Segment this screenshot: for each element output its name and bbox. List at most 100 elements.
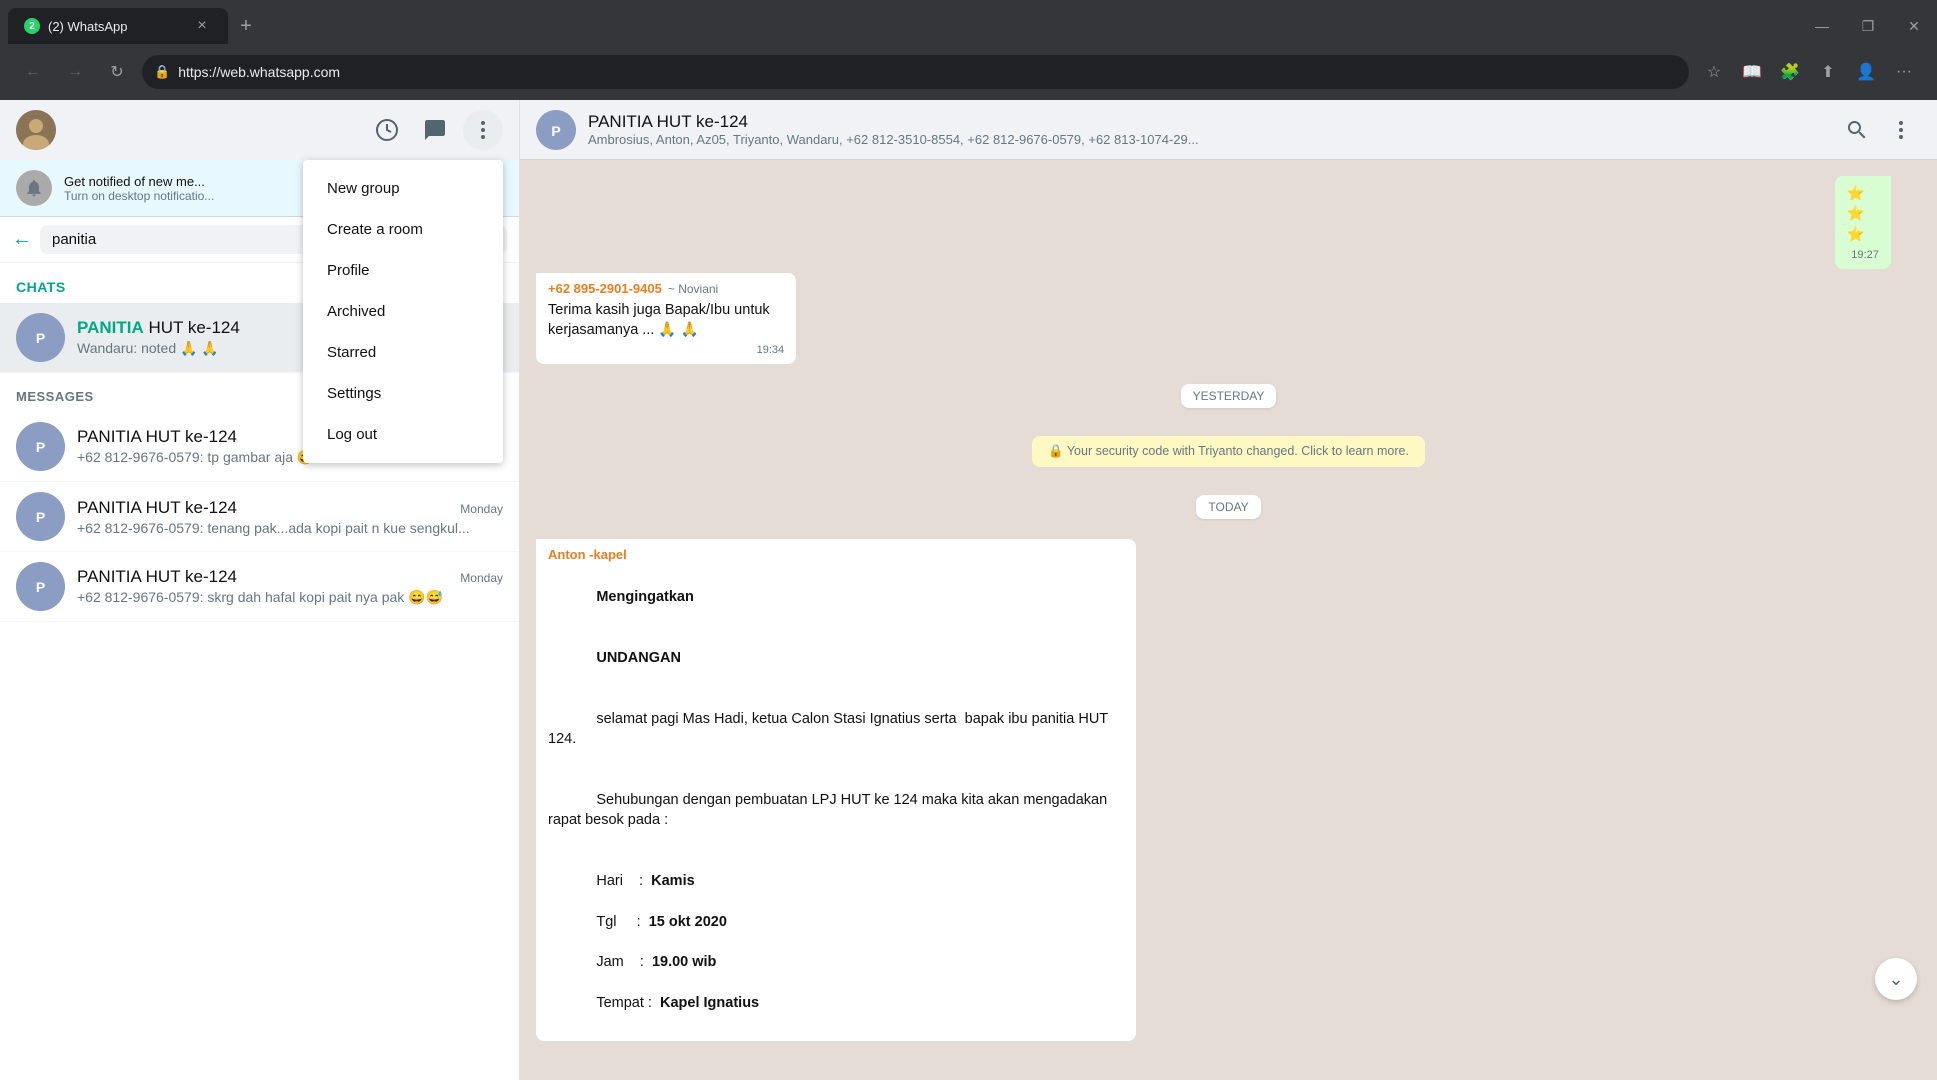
- message-search-item[interactable]: P PANITIA HUT ke-124 Monday +62 812-9676…: [0, 552, 519, 622]
- chat-name: PANITIA HUT ke-124: [77, 318, 240, 338]
- svg-text:P: P: [36, 330, 45, 346]
- incoming-message: +62 895-2901-9405 ~ Noviani Terima kasih…: [536, 273, 796, 365]
- tab-close-button[interactable]: ×: [192, 16, 212, 36]
- svg-text:P: P: [36, 439, 45, 455]
- more-options-icon[interactable]: ···: [1887, 55, 1921, 89]
- tab-favicon: 2: [24, 18, 40, 34]
- status-icon[interactable]: [367, 110, 407, 150]
- message-avatar: P: [16, 492, 65, 541]
- message-time: Monday: [460, 571, 503, 585]
- security-text: 🔒 Your security code with Triyanto chang…: [1048, 444, 1409, 459]
- forward-button[interactable]: →: [58, 55, 92, 89]
- today-divider: TODAY: [536, 495, 1921, 519]
- emoji-time: 19:27: [1847, 249, 1879, 261]
- tab-title: (2) WhatsApp: [48, 19, 184, 34]
- message-top: PANITIA HUT ke-124 Monday: [77, 567, 503, 587]
- share-icon[interactable]: ⬆: [1811, 55, 1845, 89]
- svg-text:P: P: [36, 579, 45, 595]
- message-name: PANITIA HUT ke-124: [77, 498, 237, 518]
- chat-more-options-icon[interactable]: [1881, 110, 1921, 150]
- emoji-message-wrap: ⭐ ⭐ ⭐ 19:27: [1835, 176, 1921, 269]
- today-message: Anton -kapel Mengingatkan UNDANGAN selam…: [536, 539, 1136, 1041]
- minimize-button[interactable]: —: [1799, 8, 1845, 44]
- profile-icon[interactable]: 👤: [1849, 55, 1883, 89]
- header-icons: [367, 110, 503, 150]
- tab-bar: 2 (2) WhatsApp × + — ❐ ✕: [0, 0, 1937, 44]
- message-avatar: P: [16, 422, 65, 471]
- chat-header-icons: [1837, 110, 1921, 150]
- message-name: PANITIA HUT ke-124: [77, 567, 237, 587]
- avatar-placeholder: [16, 110, 56, 150]
- menu-icon[interactable]: [463, 110, 503, 150]
- reading-list-icon[interactable]: 📖: [1735, 55, 1769, 89]
- message-item-info: PANITIA HUT ke-124 Monday +62 812-9676-0…: [77, 567, 503, 606]
- message-top: PANITIA HUT ke-124 Monday: [77, 498, 503, 518]
- message-preview: +62 812-9676-0579: tenang pak...ada kopi…: [77, 520, 503, 536]
- svg-text:P: P: [551, 123, 560, 139]
- dropdown-item[interactable]: Starred: [303, 332, 503, 373]
- browser-chrome: 2 (2) WhatsApp × + — ❐ ✕ ← → ↻ 🔒 https:/…: [0, 0, 1937, 100]
- message-name: PANITIA HUT ke-124: [77, 427, 237, 447]
- user-avatar[interactable]: [16, 110, 56, 150]
- sender-alias: ~ Noviani: [668, 282, 718, 296]
- refresh-button[interactable]: ↻: [100, 55, 134, 89]
- today-chip: TODAY: [1196, 495, 1260, 519]
- active-tab[interactable]: 2 (2) WhatsApp ×: [8, 8, 228, 44]
- maximize-button[interactable]: ❐: [1845, 8, 1891, 44]
- chat-header-name: PANITIA HUT ke-124: [588, 112, 1825, 132]
- whatsapp-app: Get notified of new me... Turn on deskto…: [0, 100, 1937, 1080]
- yesterday-chip: YESTERDAY: [1181, 384, 1277, 408]
- dropdown-item[interactable]: Settings: [303, 373, 503, 414]
- chat-search-icon[interactable]: [1837, 110, 1877, 150]
- address-bar[interactable]: 🔒 https://web.whatsapp.com: [142, 55, 1689, 89]
- message-time: 19:34: [548, 344, 784, 356]
- chat-header-avatar[interactable]: P: [536, 110, 576, 150]
- search-back-button[interactable]: ←: [12, 228, 32, 251]
- notification-subtitle: Turn on desktop notificatio...: [64, 189, 214, 203]
- sender-line: +62 895-2901-9405 ~ Noviani: [548, 281, 784, 300]
- notification-title: Get notified of new me...: [64, 174, 214, 189]
- nav-actions: ☆ 📖 🧩 ⬆ 👤 ···: [1697, 55, 1921, 89]
- emoji-message: ⭐ ⭐ ⭐ 19:27: [1835, 176, 1891, 269]
- message-sender: +62 895-2901-9405: [548, 281, 662, 296]
- dropdown-item[interactable]: Create a room: [303, 209, 503, 250]
- scroll-down-button[interactable]: ⌄: [1875, 958, 1917, 1000]
- message-avatar: P: [16, 562, 65, 611]
- today-message-wrap: Anton -kapel Mengingatkan UNDANGAN selam…: [536, 539, 1136, 1041]
- dropdown-item[interactable]: Log out: [303, 414, 503, 455]
- today-message-text: Mengingatkan UNDANGAN selamat pagi Mas H…: [548, 566, 1124, 1033]
- window-controls: — ❐ ✕: [1799, 8, 1937, 44]
- close-button[interactable]: ✕: [1891, 8, 1937, 44]
- new-chat-icon[interactable]: [415, 110, 455, 150]
- nav-bar: ← → ↻ 🔒 https://web.whatsapp.com ☆ 📖 🧩 ⬆…: [0, 44, 1937, 100]
- emoji-text: ⭐ ⭐ ⭐: [1847, 184, 1879, 245]
- lock-icon: 🔒: [154, 64, 170, 80]
- yesterday-divider: YESTERDAY: [536, 384, 1921, 408]
- notification-bell-icon: [16, 170, 52, 206]
- chat-messages: ⭐ ⭐ ⭐ 19:27 +62 895-2901-9405 ~ Noviani …: [520, 160, 1937, 1080]
- incoming-message-wrap: +62 895-2901-9405 ~ Noviani Terima kasih…: [536, 273, 936, 365]
- chat-header-info: PANITIA HUT ke-124 Ambrosius, Anton, Az0…: [588, 112, 1825, 147]
- dropdown-item[interactable]: Archived: [303, 291, 503, 332]
- new-tab-button[interactable]: +: [232, 12, 260, 40]
- dropdown-menu: New groupCreate a roomProfileArchivedSta…: [303, 160, 503, 463]
- chat-avatar: P: [16, 313, 65, 362]
- dropdown-item[interactable]: New group: [303, 168, 503, 209]
- message-text: Terima kasih juga Bapak/Ibu untuk kerjas…: [548, 300, 784, 341]
- message-search-item[interactable]: P PANITIA HUT ke-124 Monday +62 812-9676…: [0, 482, 519, 552]
- message-preview: +62 812-9676-0579: skrg dah hafal kopi p…: [77, 589, 503, 606]
- chat-name-highlight: PANITIA: [77, 318, 144, 337]
- back-button[interactable]: ←: [16, 55, 50, 89]
- message-item-info: PANITIA HUT ke-124 Monday +62 812-9676-0…: [77, 498, 503, 536]
- security-notice[interactable]: 🔒 Your security code with Triyanto chang…: [1032, 436, 1425, 467]
- browser-extension-icon[interactable]: 🧩: [1773, 55, 1807, 89]
- url-display: https://web.whatsapp.com: [178, 64, 1677, 80]
- chat-name-rest: HUT ke-124: [144, 318, 240, 337]
- message-time: Monday: [460, 502, 503, 516]
- today-sender: Anton -kapel: [548, 547, 1124, 562]
- dropdown-item[interactable]: Profile: [303, 250, 503, 291]
- notification-text: Get notified of new me... Turn on deskto…: [64, 174, 214, 203]
- chat-header: P PANITIA HUT ke-124 Ambrosius, Anton, A…: [520, 100, 1937, 160]
- svg-text:P: P: [36, 509, 45, 525]
- bookmark-star-icon[interactable]: ☆: [1697, 55, 1731, 89]
